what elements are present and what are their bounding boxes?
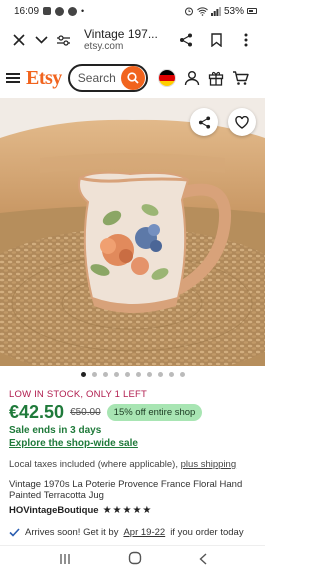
recent-apps-button[interactable] <box>59 552 71 570</box>
wifi-icon <box>197 6 208 16</box>
discount-badge: 15% off entire shop <box>106 404 203 421</box>
account-icon[interactable] <box>184 70 200 86</box>
notification-icon <box>68 6 78 16</box>
recent-apps-icon <box>59 553 70 564</box>
share-icon <box>198 115 210 129</box>
more-dot-icon: • <box>81 6 85 16</box>
messenger-icon <box>55 6 65 16</box>
original-price: €50.00 <box>70 407 101 418</box>
home-button[interactable] <box>128 551 142 570</box>
arrival-prefix: Arrives soon! Get it by <box>25 527 119 538</box>
etsy-logo[interactable]: Etsy <box>26 67 62 90</box>
gift-icon[interactable] <box>208 70 224 86</box>
collapse-button[interactable] <box>30 29 52 51</box>
arrival-date[interactable]: Apr 19-22 <box>123 527 165 538</box>
search-input[interactable]: Search <box>78 71 116 85</box>
battery-icon <box>247 8 257 14</box>
checkmark-icon <box>9 528 20 537</box>
price-row: €42.50 €50.00 15% off entire shop <box>9 402 203 423</box>
explore-sale-link[interactable]: Explore the shop-wide sale <box>9 438 138 449</box>
favorite-button[interactable] <box>228 108 256 136</box>
pagination-dot[interactable] <box>157 372 163 377</box>
menu-icon[interactable] <box>6 73 20 83</box>
browser-toolbar: Vintage 197... etsy.com <box>0 22 265 58</box>
page-url: etsy.com <box>84 41 124 53</box>
heart-icon <box>235 115 249 129</box>
bookmark-icon <box>210 33 222 47</box>
more-vertical-icon <box>244 33 248 47</box>
pagination-dot[interactable] <box>102 372 108 377</box>
current-price: €42.50 <box>9 402 65 422</box>
share-product-button[interactable] <box>190 108 218 136</box>
signal-icon <box>210 6 221 16</box>
browser-menu-button[interactable] <box>235 29 257 51</box>
share-button[interactable] <box>175 29 197 51</box>
share-icon <box>180 33 192 47</box>
pagination-dot[interactable] <box>179 372 185 377</box>
back-button[interactable] <box>198 552 207 570</box>
pagination-dot[interactable] <box>80 372 86 377</box>
search-button[interactable] <box>120 66 145 90</box>
pagination-dot[interactable] <box>168 372 174 377</box>
status-time: 16:09 <box>14 5 40 17</box>
chevron-down-icon <box>34 36 48 44</box>
pagination-dot[interactable] <box>91 372 97 377</box>
product-title: Vintage 1970s La Poterie Provence France… <box>9 479 243 501</box>
image-pagination[interactable] <box>0 372 265 377</box>
page-title-block[interactable]: Vintage 197... etsy.com <box>74 28 175 52</box>
arrival-suffix: if you order today <box>170 527 244 538</box>
battery-percent: 53% <box>223 5 244 17</box>
close-tab-button[interactable] <box>8 29 30 51</box>
page-title: Vintage 197... <box>84 27 158 41</box>
system-nav-bar <box>0 545 265 575</box>
pagination-dot[interactable] <box>113 372 119 377</box>
search-field[interactable]: Search <box>67 64 148 92</box>
arrival-info: Arrives soon! Get it by Apr 19-22 if you… <box>9 527 244 538</box>
cart-icon[interactable] <box>232 70 249 86</box>
taxes-label: Local taxes included (where applicable), <box>9 459 178 470</box>
site-header: Etsy Search <box>0 60 265 96</box>
pagination-dot[interactable] <box>146 372 152 377</box>
status-bar: 16:09 • 53% <box>0 0 265 22</box>
site-settings-button[interactable] <box>52 29 74 51</box>
shop-row[interactable]: HOVintageBoutique ★★★★★ <box>9 505 152 516</box>
alarm-icon <box>184 7 193 16</box>
notification-icon <box>43 7 52 15</box>
tune-icon <box>56 34 70 46</box>
shop-name[interactable]: HOVintageBoutique <box>9 505 99 516</box>
rating-stars: ★★★★★ <box>102 505 153 516</box>
product-photo <box>0 98 265 366</box>
shipping-link[interactable]: plus shipping <box>181 459 236 470</box>
pagination-dot[interactable] <box>135 372 141 377</box>
sale-ends-text: Sale ends in 3 days <box>9 425 102 436</box>
search-icon <box>127 72 139 84</box>
pagination-dot[interactable] <box>124 372 130 377</box>
taxes-text: Local taxes included (where applicable),… <box>9 459 236 470</box>
home-icon <box>128 551 141 565</box>
bookmark-button[interactable] <box>205 29 227 51</box>
stock-notice: LOW IN STOCK, ONLY 1 LEFT <box>9 389 148 400</box>
close-icon <box>13 34 25 46</box>
back-icon <box>198 552 206 565</box>
region-flag-icon[interactable] <box>157 69 176 87</box>
product-image[interactable] <box>0 98 265 366</box>
